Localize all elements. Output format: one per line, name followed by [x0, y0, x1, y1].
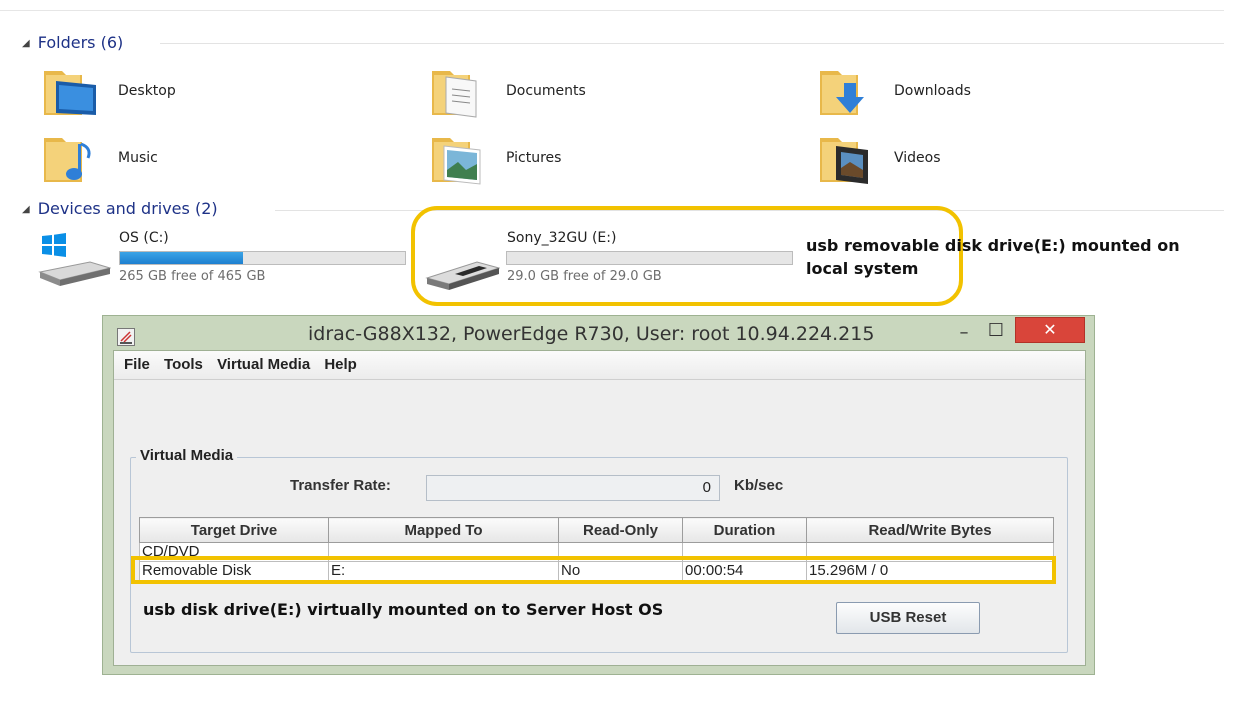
virtual-mount-annotation: usb disk drive(E:) virtually mounted on … — [143, 600, 664, 619]
drive-name-os: OS (C:) — [119, 230, 169, 246]
virtual-mount-row-highlight — [131, 556, 1056, 584]
usb-reset-button[interactable]: USB Reset — [836, 602, 980, 634]
folder-item-documents[interactable]: Documents — [430, 63, 586, 119]
folder-label-documents: Documents — [506, 83, 586, 99]
documents-folder-icon — [432, 71, 477, 118]
drive-usage-bar-os — [119, 251, 406, 265]
local-mount-annotation-line2: local system — [806, 259, 919, 278]
local-mount-annotation: usb removable disk drive(E:) mounted on … — [806, 234, 1241, 280]
collapse-triangle-icon[interactable]: ◢ — [22, 204, 30, 215]
folder-label-desktop: Desktop — [118, 83, 176, 99]
music-folder-icon — [44, 138, 91, 182]
drive-usage-fill-os — [120, 252, 243, 264]
window-title: idrac-G88X132, PowerEdge R730, User: roo… — [308, 323, 875, 345]
folders-section-rule — [160, 43, 1224, 44]
transfer-rate-unit: Kb/sec — [734, 477, 784, 494]
folder-item-downloads[interactable]: Downloads — [818, 63, 971, 119]
transfer-rate-field: 0 — [426, 475, 720, 501]
drive-item-os[interactable] — [36, 232, 112, 292]
minimize-button[interactable]: – — [951, 322, 977, 343]
folder-label-pictures: Pictures — [506, 150, 562, 166]
local-mount-annotation-line1: usb removable disk drive(E:) mounted on — [806, 236, 1180, 255]
pictures-folder-icon — [432, 138, 481, 185]
virtual-media-window: idrac-G88X132, PowerEdge R730, User: roo… — [102, 315, 1095, 675]
table-header-row: Target Drive Mapped To Read-Only Duratio… — [139, 517, 1054, 543]
drive-free-os: 265 GB free of 465 GB — [119, 269, 266, 284]
maximize-button[interactable]: ☐ — [983, 320, 1009, 341]
column-header[interactable]: Duration — [682, 517, 807, 543]
folders-section-title: Folders (6) — [37, 33, 124, 52]
drives-section-header[interactable]: ◢ Devices and drives (2) — [22, 199, 218, 218]
folder-item-pictures[interactable]: Pictures — [430, 130, 561, 186]
menu-bar: File Tools Virtual Media Help — [114, 351, 1085, 380]
downloads-folder-icon — [820, 71, 864, 115]
folder-label-downloads: Downloads — [894, 83, 971, 99]
column-header[interactable]: Read/Write Bytes — [806, 517, 1054, 543]
java-app-icon — [117, 328, 135, 346]
drives-section-title: Devices and drives (2) — [37, 199, 218, 218]
transfer-rate-label: Transfer Rate: — [290, 477, 391, 494]
menu-virtual-media[interactable]: Virtual Media — [217, 356, 310, 373]
top-divider — [0, 10, 1224, 11]
folder-label-videos: Videos — [894, 150, 941, 166]
menu-help[interactable]: Help — [324, 356, 357, 373]
folder-item-desktop[interactable]: Desktop — [42, 63, 176, 119]
collapse-triangle-icon[interactable]: ◢ — [22, 38, 30, 49]
column-header[interactable]: Read-Only — [558, 517, 683, 543]
column-header[interactable]: Target Drive — [139, 517, 329, 543]
folder-label-music: Music — [118, 150, 158, 166]
videos-folder-icon — [820, 138, 868, 184]
menu-file[interactable]: File — [124, 356, 150, 373]
column-header[interactable]: Mapped To — [328, 517, 559, 543]
windows-drive-icon — [38, 233, 112, 286]
menu-tools[interactable]: Tools — [164, 356, 203, 373]
folder-item-videos[interactable]: Videos — [818, 130, 941, 186]
close-button[interactable]: ✕ — [1015, 317, 1085, 343]
desktop-folder-icon — [44, 71, 96, 115]
virtual-media-group-label: Virtual Media — [136, 447, 238, 464]
folders-section-header[interactable]: ◢ Folders (6) — [22, 33, 123, 52]
folder-item-music[interactable]: Music — [42, 130, 158, 186]
